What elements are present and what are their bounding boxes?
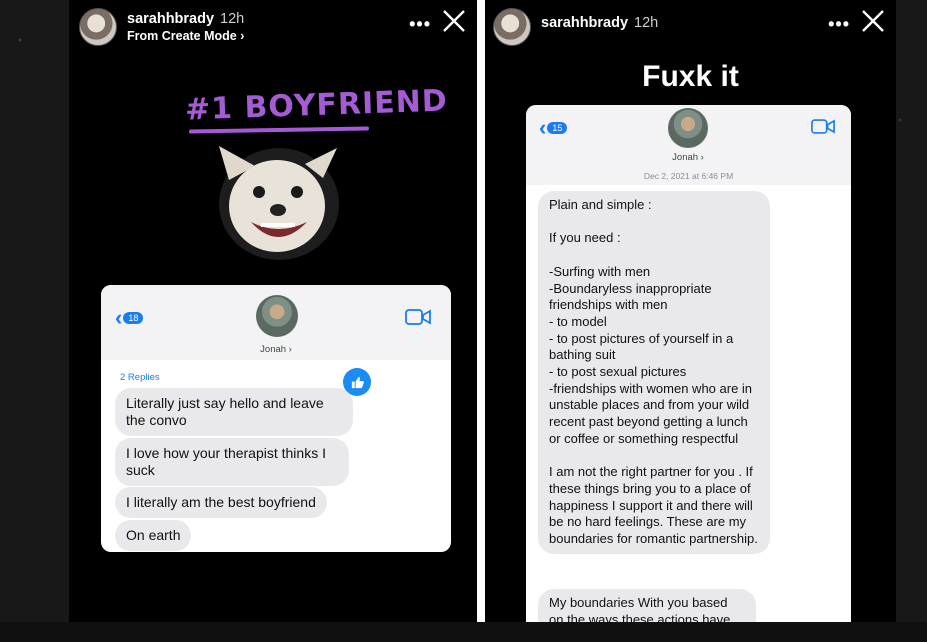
username-row[interactable]: sarahhbrady 12h	[127, 11, 244, 27]
message-bubble-long: Plain and simple : If you need : -Surfin…	[538, 191, 770, 554]
chevron-left-icon: ‹	[115, 305, 123, 330]
story-header: sarahhbrady 12h From Create Mode › •••	[79, 8, 467, 48]
message-bubble: On earth	[115, 520, 192, 551]
boyfriend-sticker: #1 BOYFRIEND	[184, 83, 449, 128]
story-title: Fuxk it	[642, 60, 739, 93]
back-button[interactable]: ‹ 15	[539, 115, 568, 140]
message-card-right: ‹ 15 Jonah › Dec 2, 2021 at 6:46 PM Plai…	[526, 105, 851, 622]
profile-avatar[interactable]	[493, 8, 531, 46]
username[interactable]: sarahhbrady	[127, 11, 214, 27]
message-bubble: I literally am the best boyfriend	[115, 487, 327, 518]
create-mode-link[interactable]: From Create Mode ›	[127, 29, 244, 43]
message-bubble: Literally just say hello and leave the c…	[115, 388, 353, 436]
video-camera-icon[interactable]	[405, 309, 431, 325]
unread-count: 15	[547, 122, 568, 134]
contact-avatar[interactable]	[668, 108, 708, 148]
message-bubble: I love how your therapist thinks I suck	[115, 438, 349, 486]
dog-sticker	[219, 146, 339, 260]
profile-avatar[interactable]	[79, 8, 117, 46]
replies-link[interactable]: 2 Replies	[120, 372, 160, 383]
back-button[interactable]: ‹ 18	[115, 305, 144, 330]
message-date: Dec 2, 2021 at 6:46 PM	[643, 171, 734, 181]
message-card-left: ‹ 18 Jonah › 2 Replies Literally just sa…	[101, 285, 451, 552]
close-icon[interactable]	[860, 8, 886, 34]
contact-avatar[interactable]	[256, 295, 298, 337]
bottom-strip	[0, 622, 927, 642]
story-header: sarahhbrady 12h •••	[493, 8, 886, 48]
card-header: ‹ 18 Jonah ›	[101, 285, 451, 360]
more-horizontal-icon[interactable]: •••	[409, 14, 431, 35]
sticker-underline	[188, 126, 370, 134]
unread-count: 18	[123, 312, 144, 324]
post-time: 12h	[220, 11, 245, 27]
username[interactable]: sarahhbrady	[541, 15, 628, 31]
video-camera-icon[interactable]	[811, 119, 835, 134]
contact-name[interactable]: Jonah ›	[653, 152, 723, 163]
post-time: 12h	[634, 15, 659, 31]
story-left: sarahhbrady 12h From Create Mode › ••• #1…	[69, 0, 477, 622]
chevron-left-icon: ‹	[539, 115, 547, 140]
contact-name[interactable]: Jonah ›	[241, 344, 311, 355]
more-horizontal-icon[interactable]: •••	[828, 14, 850, 35]
username-row[interactable]: sarahhbrady 12h	[541, 15, 658, 31]
close-icon[interactable]	[441, 8, 467, 34]
divider	[477, 0, 485, 622]
story-right: sarahhbrady 12h ••• Fuxk it ‹ 15 Jonah › …	[485, 0, 896, 622]
message-bubble: My boundaries With you based on the ways…	[538, 589, 756, 622]
